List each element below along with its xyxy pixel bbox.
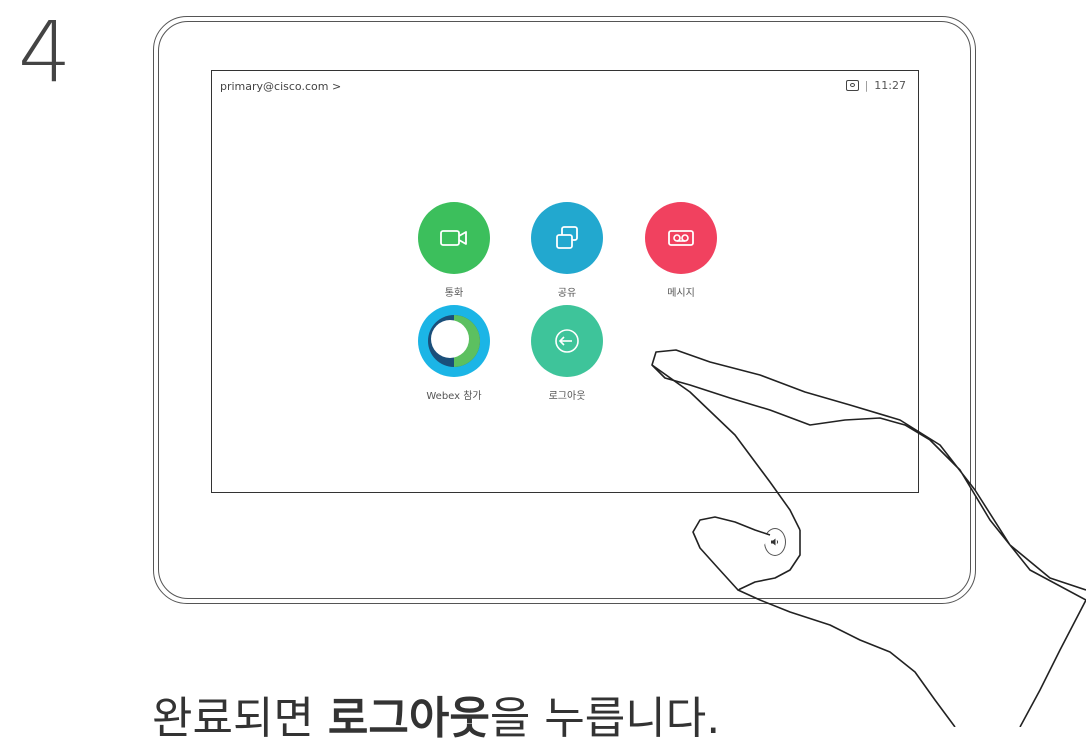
caption-prefix: 완료되면 (152, 693, 328, 744)
instruction-caption: 완료되면 로그아웃을 누릅니다. (152, 688, 720, 750)
pointing-hand-illustration (651, 349, 1086, 727)
caption-suffix: 을 누릅니다. (489, 693, 721, 744)
caption-logout-keyword: 로그아웃 (327, 693, 490, 744)
